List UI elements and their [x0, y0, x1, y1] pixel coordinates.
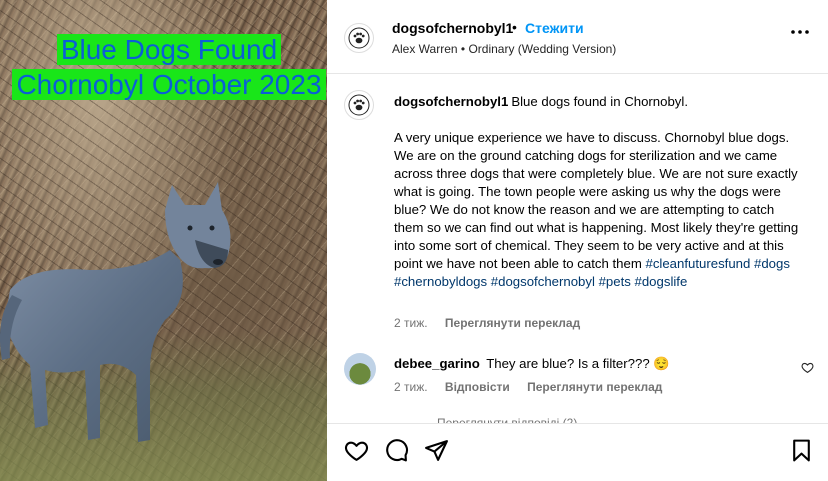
author-username[interactable]: dogsofchernobyl1 [392, 20, 513, 36]
reply-link[interactable]: Відповісти [445, 380, 510, 394]
more-options-icon[interactable] [790, 22, 810, 48]
post-header: dogsofchernobyl1 • Стежити Alex Warren •… [327, 0, 828, 74]
view-replies-link[interactable]: Переглянути відповіді (2) [437, 414, 577, 423]
overlay-title-line1: Blue Dogs Found [56, 34, 282, 65]
share-icon[interactable] [424, 438, 449, 468]
audio-track[interactable]: Alex Warren • Ordinary (Wedding Version) [392, 42, 616, 56]
heart-icon[interactable] [344, 438, 369, 468]
comment-text: They are blue? Is a filter??? 😌 [486, 356, 670, 371]
caption-body: A very unique experience we have to disc… [394, 130, 799, 271]
post-media[interactable]: Blue Dogs Found Chornobyl October 2023 [0, 0, 327, 481]
commenter-avatar[interactable] [344, 353, 376, 385]
post-actions-bar [327, 423, 828, 481]
comment: debee_garino They are blue? Is a filter?… [394, 356, 670, 372]
hashtag[interactable]: #cleanfuturesfund [645, 256, 750, 271]
hashtag[interactable]: #chernobyldogs [394, 274, 487, 289]
author-avatar[interactable] [344, 23, 374, 53]
caption-username[interactable]: dogsofchernobyl1 [394, 94, 508, 109]
overlay-title-line2: Chornobyl October 2023 [12, 69, 326, 100]
comment-icon[interactable] [384, 438, 409, 468]
caption-time[interactable]: 2 тиж. [394, 316, 428, 330]
hashtag[interactable]: #pets [599, 274, 631, 289]
paw-logo-icon [348, 94, 370, 116]
comment-like-heart-icon[interactable] [801, 361, 814, 379]
hashtag[interactable]: #dogsofchernobyl [491, 274, 595, 289]
commenter-username[interactable]: debee_garino [394, 356, 480, 371]
comment-meta: 2 тиж. Відповісти Переглянути переклад [394, 380, 662, 394]
paw-logo-icon [348, 27, 370, 49]
caption-meta: 2 тиж. Переглянути переклад [394, 316, 580, 330]
post-caption: dogsofchernobyl1 Blue dogs found in Chorn… [394, 93, 804, 291]
bookmark-icon[interactable] [789, 438, 814, 468]
hashtag[interactable]: #dogs [754, 256, 790, 271]
hashtag[interactable]: #dogslife [635, 274, 688, 289]
comment-translate-link[interactable]: Переглянути переклад [527, 380, 662, 394]
post-details-panel: dogsofchernobyl1 • Стежити Alex Warren •… [327, 0, 828, 481]
comment-time[interactable]: 2 тиж. [394, 380, 428, 394]
video-overlay-title: Blue Dogs Found Chornobyl October 2023 [4, 32, 327, 102]
follow-button[interactable]: Стежити [525, 20, 584, 36]
dog-image [0, 182, 231, 442]
caption-first-line: Blue dogs found in Chornobyl. [511, 94, 688, 109]
caption-translate-link[interactable]: Переглянути переклад [445, 316, 580, 330]
header-separator: • [512, 19, 517, 35]
caption-author-avatar[interactable] [344, 90, 374, 120]
